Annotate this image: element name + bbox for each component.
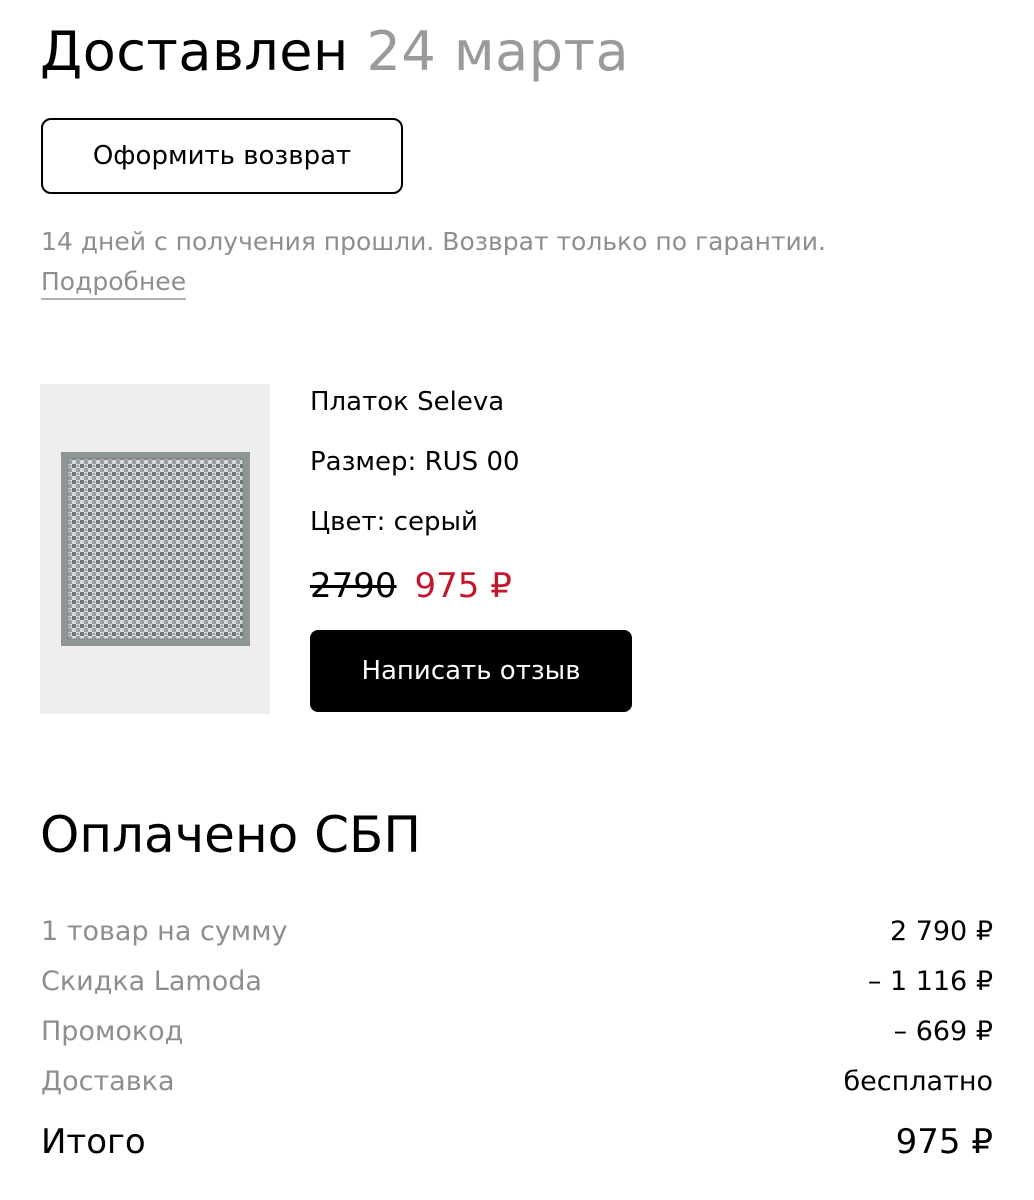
more-info-link[interactable]: Подробнее (41, 267, 187, 300)
return-button[interactable]: Оформить возврат (41, 118, 403, 194)
summary-label: Промокод (41, 1015, 184, 1047)
write-review-button[interactable]: Написать отзыв (310, 630, 632, 712)
product-name[interactable]: Платок Seleva (310, 380, 960, 440)
return-notice: 14 дней с получения прошли. Возврат толь… (41, 222, 1001, 302)
return-notice-text: 14 дней с получения прошли. Возврат толь… (41, 227, 826, 256)
old-price: 2790 (310, 566, 397, 606)
new-price: 975 ₽ (414, 566, 512, 606)
summary-label: Скидка Lamoda (41, 965, 262, 997)
summary-value: – 669 ₽ (893, 1015, 993, 1047)
order-status-heading: Доставлен 24 марта (40, 12, 629, 92)
product-color: Цвет: серый (310, 507, 478, 537)
summary-row: Промокод – 669 ₽ (41, 1006, 993, 1056)
product-size: Размер: RUS 00 (310, 447, 520, 477)
total-value: 975 ₽ (895, 1122, 993, 1162)
summary-total-row: Итого 975 ₽ (41, 1110, 993, 1174)
summary-row: 1 товар на сумму 2 790 ₽ (41, 906, 993, 956)
status-date: 24 марта (366, 20, 630, 83)
summary-row: Доставка бесплатно (41, 1056, 993, 1106)
order-details-page: Доставлен 24 марта Оформить возврат 14 д… (0, 0, 1034, 1200)
product-prices: 2790 975 ₽ (310, 564, 960, 608)
summary-row: Скидка Lamoda – 1 116 ₽ (41, 956, 993, 1006)
product-image[interactable] (40, 384, 270, 714)
status-title: Доставлен (40, 20, 349, 83)
summary-label: Доставка (41, 1065, 175, 1097)
total-label: Итого (41, 1122, 146, 1162)
summary-value: бесплатно (843, 1065, 993, 1097)
scarf-image-icon (61, 452, 250, 646)
summary-value: 2 790 ₽ (889, 915, 993, 947)
summary-value: – 1 116 ₽ (867, 965, 993, 997)
order-summary: 1 товар на сумму 2 790 ₽ Скидка Lamoda –… (41, 906, 993, 1174)
payment-title: Оплачено СБП (40, 806, 421, 864)
product-info: Платок Seleva Размер: RUS 00 Цвет: серый… (310, 380, 960, 608)
summary-label: 1 товар на сумму (41, 915, 288, 947)
